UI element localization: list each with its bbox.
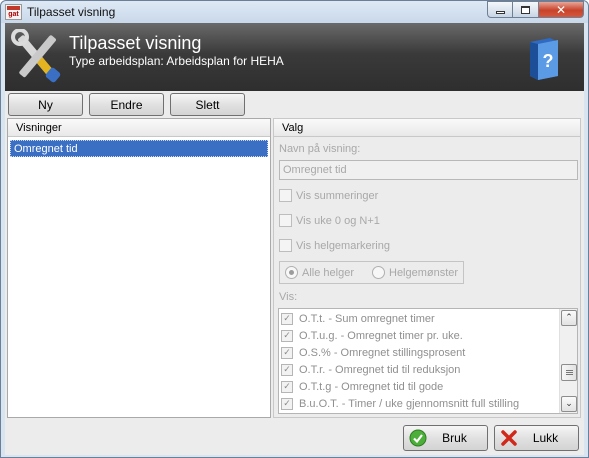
title-bar[interactable]: gat Tilpasset visning ✕ [1, 1, 588, 23]
window-controls: ✕ [487, 1, 584, 18]
list-item[interactable]: ✓ O.T.r. - Omregnet tid til reduksjon [281, 362, 460, 378]
all-weekends-radio[interactable]: Alle helger [285, 266, 354, 279]
page-subtitle: Type arbeidsplan: Arbeidsplan for HEHA [69, 54, 284, 68]
close-window-button[interactable]: ✕ [539, 1, 584, 18]
maximize-icon [521, 5, 530, 14]
header-banner: Tilpasset visning Type arbeidsplan: Arbe… [5, 23, 584, 91]
delete-button[interactable]: Slett [170, 93, 245, 116]
options-panel-header: Valg [274, 119, 580, 137]
list-item-label: O.T.t.g - Omregnet tid til gode [299, 381, 444, 393]
list-item[interactable]: ✓ O.T.t.g - Omregnet tid til gode [281, 379, 443, 395]
toolbar: Ny Endre Slett [5, 91, 584, 118]
views-panel: Visninger Omregnet tid [7, 118, 271, 418]
scroll-down-button[interactable]: ⌄ [561, 396, 577, 412]
scroll-thumb[interactable] [561, 364, 577, 381]
show-items-list[interactable]: ✓ O.T.t. - Sum omregnet timer ✓ O.T.u.g.… [278, 308, 578, 414]
checkbox-label: Vis summeringer [296, 189, 379, 202]
radio-circle [285, 266, 298, 279]
dialog-window: gat Tilpasset visning ✕ Tilpasset visnin… [0, 0, 589, 458]
chevron-up-icon: ⌃ [565, 313, 573, 323]
radio-label: Helgemønster [389, 266, 459, 279]
checkbox-label: Vis uke 0 og N+1 [296, 214, 380, 227]
checkbox-box [279, 189, 292, 202]
list-item[interactable]: Omregnet tid [10, 140, 268, 157]
close-icon: ✕ [555, 2, 567, 17]
close-button[interactable]: Lukk [494, 425, 579, 451]
weekend-pattern-radio[interactable]: Helgemønster [372, 266, 458, 279]
vertical-scrollbar[interactable]: ⌃ ⌄ [559, 309, 577, 413]
view-name-label: Navn på visning: [279, 143, 361, 155]
edit-button[interactable]: Endre [89, 93, 164, 116]
list-item-label: O.S.% - Omregnet stillingsprosent [299, 347, 466, 359]
checkmark-icon: ✓ [281, 381, 293, 393]
footer-bar: Bruk Lukk [5, 420, 584, 455]
checkmark-icon: ✓ [281, 313, 293, 325]
list-item-label: B.u.O.T. - Timer / uke gjennomsnitt full… [299, 398, 520, 410]
apply-button-label: Bruk [442, 431, 467, 445]
minimize-icon [495, 11, 505, 14]
close-button-label: Lukk [532, 431, 559, 445]
minimize-button[interactable] [487, 1, 513, 18]
options-panel: Valg Navn på visning: Omregnet tid Vis s… [273, 118, 581, 418]
grip-icon [565, 370, 573, 375]
maximize-button[interactable] [513, 1, 539, 18]
list-item[interactable]: ✓ O.T.t. - Sum omregnet timer [281, 311, 435, 327]
radio-circle [372, 266, 385, 279]
show-weekend-marking-checkbox[interactable]: Vis helgemarkering [279, 239, 390, 252]
checkmark-icon: ✓ [281, 398, 293, 410]
content-area: Visninger Omregnet tid Valg Navn på visn… [5, 118, 584, 420]
list-item[interactable]: ✓ B.u.O.T. - Timer / uke gjennomsnitt fu… [281, 396, 519, 412]
svg-text:?: ? [543, 51, 554, 71]
help-book-icon[interactable]: ? [526, 36, 562, 80]
apply-button[interactable]: Bruk [403, 425, 488, 451]
new-button[interactable]: Ny [8, 93, 83, 116]
checkbox-box [279, 214, 292, 227]
list-item-label: O.T.r. - Omregnet tid til reduksjon [299, 364, 461, 376]
checkbox-label: Vis helgemarkering [296, 239, 390, 252]
show-label: Vis: [279, 291, 298, 303]
tools-icon [11, 29, 61, 83]
page-title: Tilpasset visning [69, 33, 202, 53]
checkmark-icon: ✓ [281, 347, 293, 359]
window-title: Tilpasset visning [27, 5, 116, 19]
list-item-label: O.T.t. - Sum omregnet timer [299, 313, 435, 325]
show-totals-checkbox[interactable]: Vis summeringer [279, 189, 378, 202]
chevron-down-icon: ⌄ [565, 399, 573, 409]
list-item-label: O.T.u.g. - Omregnet timer pr. uke. [299, 330, 463, 342]
app-logo-icon: gat [5, 4, 22, 20]
scroll-up-button[interactable]: ⌃ [561, 310, 577, 326]
radio-label: Alle helger [302, 266, 354, 279]
checkmark-icon: ✓ [281, 364, 293, 376]
show-week-zero-checkbox[interactable]: Vis uke 0 og N+1 [279, 214, 380, 227]
view-name-input[interactable]: Omregnet tid [279, 160, 578, 180]
weekend-radio-group: Alle helger Helgemønster [279, 261, 464, 284]
list-item[interactable]: ✓ O.S.% - Omregnet stillingsprosent [281, 345, 465, 361]
checkmark-icon: ✓ [281, 330, 293, 342]
views-panel-header: Visninger [8, 119, 270, 137]
checkbox-box [279, 239, 292, 252]
list-item[interactable]: ✓ O.T.u.g. - Omregnet timer pr. uke. [281, 328, 463, 344]
